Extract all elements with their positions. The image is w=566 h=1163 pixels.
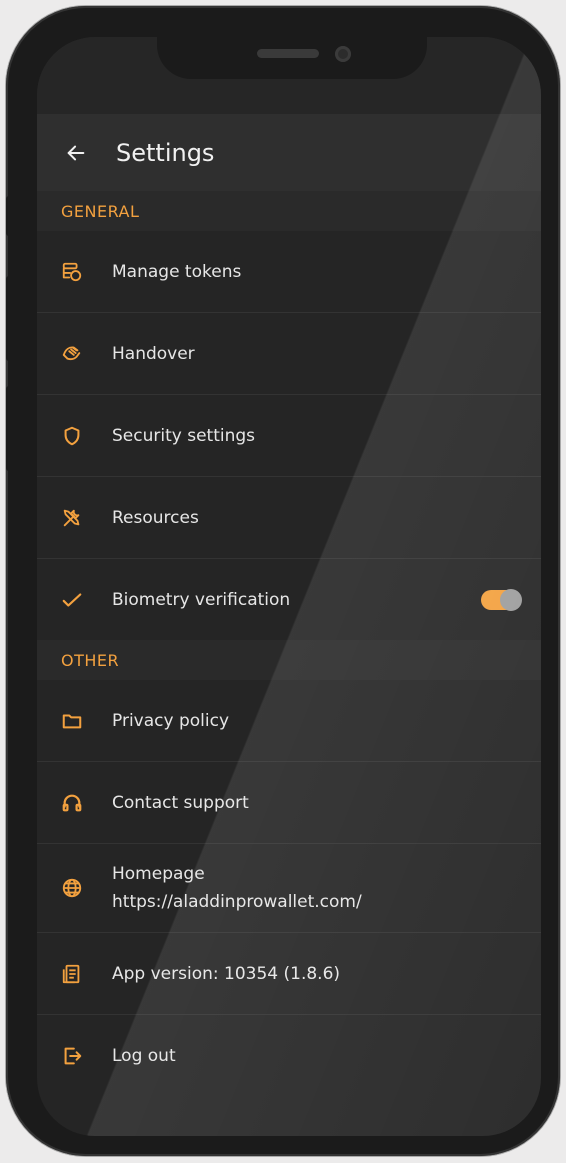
contact-support-label: Contact support [112, 792, 249, 813]
side-button [6, 196, 12, 236]
settings-list: GENERAL Manage tokens Handover Security … [37, 191, 541, 1096]
shield-icon [60, 424, 84, 448]
tools-icon [60, 506, 84, 530]
contact-support-item[interactable]: Contact support [37, 762, 541, 844]
security-settings-label: Security settings [112, 425, 256, 446]
resources-item[interactable]: Resources [37, 477, 541, 559]
document-icon [60, 962, 84, 986]
speaker [257, 49, 319, 58]
app-bar: Settings [37, 114, 541, 191]
manage-tokens-item[interactable]: Manage tokens [37, 231, 541, 313]
biometry-verification-item[interactable]: Biometry verification [37, 559, 541, 640]
app-version-item: App version: 10354 (1.8.6) [37, 933, 541, 1015]
section-header-general: GENERAL [37, 191, 541, 231]
homepage-item[interactable]: Homepage https://aladdinprowallet.com/ [37, 844, 541, 933]
notch [157, 37, 427, 79]
homepage-label: Homepage [112, 864, 205, 884]
screen: Settings GENERAL Manage tokens Handover … [37, 37, 541, 1136]
homepage-text: Homepage https://aladdinprowallet.com/ [112, 864, 362, 912]
log-out-label: Log out [112, 1045, 176, 1066]
log-out-item[interactable]: Log out [37, 1015, 541, 1096]
handover-item[interactable]: Handover [37, 313, 541, 395]
folder-icon [60, 709, 84, 733]
volume-down-button [6, 386, 12, 471]
biometry-toggle[interactable] [481, 588, 522, 611]
handover-label: Handover [112, 343, 195, 364]
biometry-verification-label: Biometry verification [112, 589, 291, 610]
privacy-policy-item[interactable]: Privacy policy [37, 680, 541, 762]
logout-icon [60, 1044, 84, 1068]
check-icon [60, 588, 84, 612]
back-arrow-icon [67, 145, 85, 160]
front-camera [335, 46, 351, 62]
manage-tokens-label: Manage tokens [112, 261, 242, 282]
security-settings-item[interactable]: Security settings [37, 395, 541, 477]
phone-frame: Settings GENERAL Manage tokens Handover … [6, 6, 560, 1156]
page-title: Settings [116, 138, 215, 167]
resources-label: Resources [112, 507, 199, 528]
volume-up-button [6, 276, 12, 361]
homepage-url[interactable]: https://aladdinprowallet.com/ [112, 892, 362, 912]
handshake-icon [60, 342, 84, 366]
globe-icon [60, 876, 84, 900]
toggle-knob [500, 588, 522, 611]
tokens-icon [60, 260, 84, 284]
section-header-other: OTHER [37, 640, 541, 680]
headset-icon [60, 791, 84, 815]
app-version-label: App version: 10354 (1.8.6) [112, 963, 341, 984]
privacy-policy-label: Privacy policy [112, 710, 229, 731]
back-button[interactable] [63, 140, 89, 166]
